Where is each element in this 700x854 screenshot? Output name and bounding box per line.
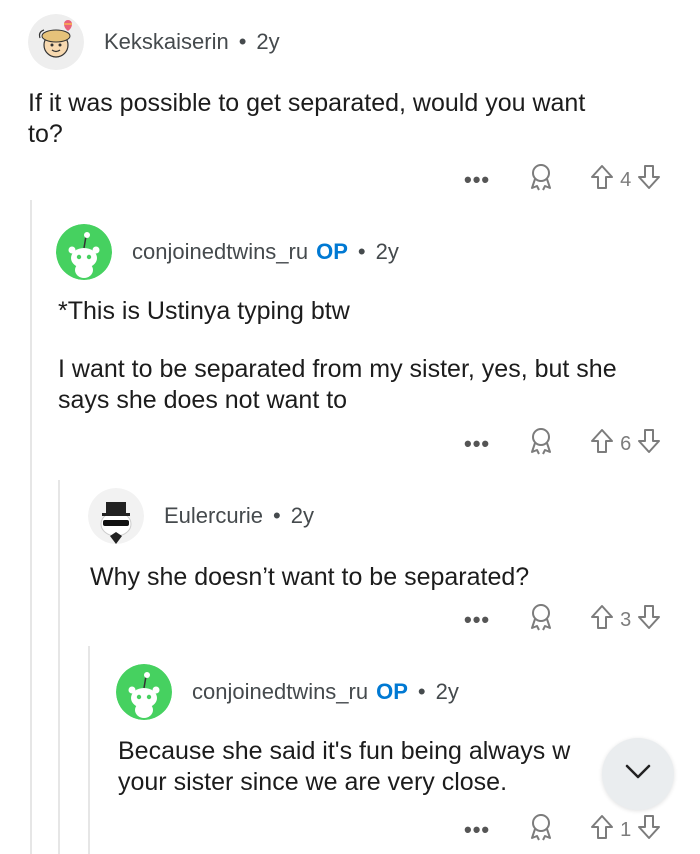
comment-text-line: I want to be separated from my sister, y… [58, 355, 617, 383]
downvote-arrow-icon[interactable] [637, 603, 661, 637]
comment-header: Eulercurie • 2y [88, 486, 314, 546]
more-icon[interactable]: ••• [464, 819, 490, 841]
comment-actions: ••• 6 [464, 424, 661, 464]
separator-dot: • [238, 29, 247, 54]
comment-body: *This is Ustinya typing btw [58, 296, 350, 327]
upvote-arrow-icon[interactable] [590, 163, 614, 197]
vote-score: 6 [620, 432, 632, 455]
award-icon[interactable] [528, 603, 554, 637]
scroll-down-button[interactable] [602, 738, 674, 810]
author-name[interactable]: Eulercurie [164, 503, 263, 529]
downvote-arrow-icon[interactable] [637, 813, 661, 847]
thread-line-1 [30, 200, 32, 854]
comment-text-line: *This is Ustinya typing btw [58, 297, 350, 325]
comment-time: 2y [375, 239, 399, 264]
vote-score: 4 [620, 168, 632, 191]
author-name[interactable]: conjoinedtwins_ru [132, 239, 308, 265]
comment-time: 2y [256, 29, 280, 54]
upvote-arrow-icon[interactable] [590, 603, 614, 637]
comment-time: 2y [290, 503, 314, 528]
comment-header: conjoinedtwins_ru OP • 2y [56, 222, 399, 282]
comment-text-line: If it was possible to get separated, wou… [28, 89, 586, 117]
comment-body: Because she said it's fun being always w… [118, 736, 570, 798]
more-icon[interactable]: ••• [464, 609, 490, 631]
op-badge: OP [316, 239, 348, 264]
avatar[interactable] [28, 14, 84, 70]
award-icon[interactable] [528, 427, 554, 461]
vote-score: 3 [620, 608, 632, 631]
award-icon[interactable] [528, 163, 554, 197]
comment-header: conjoinedtwins_ru OP • 2y [116, 662, 459, 722]
avatar[interactable] [56, 224, 112, 280]
chevron-down-icon [624, 763, 652, 786]
vote-score: 1 [620, 818, 632, 841]
comment-actions: ••• 4 [464, 160, 661, 200]
separator-dot: • [273, 503, 281, 528]
comment-actions: ••• 3 [464, 600, 661, 640]
comment-text-line: your sister since we are very close. [118, 768, 508, 796]
more-icon[interactable]: ••• [464, 169, 490, 191]
comment-text-line: says she does not want to [58, 386, 348, 414]
comment-actions: ••• 1 [464, 810, 661, 850]
comment-header: Kekskaiserin • 2y [28, 12, 280, 72]
upvote-arrow-icon[interactable] [590, 813, 614, 847]
downvote-arrow-icon[interactable] [637, 427, 661, 461]
upvote-arrow-icon[interactable] [590, 427, 614, 461]
op-badge: OP [376, 679, 408, 704]
comment-body: Why she doesn’t want to be separated? [90, 562, 529, 593]
comment-body: If it was possible to get separated, wou… [28, 88, 585, 150]
author-name[interactable]: Kekskaiserin [104, 29, 229, 55]
comment-time: 2y [435, 679, 459, 704]
separator-dot: • [417, 679, 426, 704]
comment-text-line: Why she doesn’t want to be separated? [90, 563, 530, 591]
author-name[interactable]: conjoinedtwins_ru [192, 679, 368, 705]
separator-dot: • [357, 239, 366, 264]
comment-body: I want to be separated from my sister, y… [58, 354, 617, 416]
comment-text-line: to? [28, 120, 63, 148]
comment-text-line: Because she said it's fun being always w [118, 737, 571, 765]
avatar[interactable] [116, 664, 172, 720]
more-icon[interactable]: ••• [464, 433, 490, 455]
award-icon[interactable] [528, 813, 554, 847]
downvote-arrow-icon[interactable] [637, 163, 661, 197]
thread-line-2 [58, 480, 60, 854]
thread-line-3 [88, 646, 90, 854]
avatar[interactable] [88, 488, 144, 544]
